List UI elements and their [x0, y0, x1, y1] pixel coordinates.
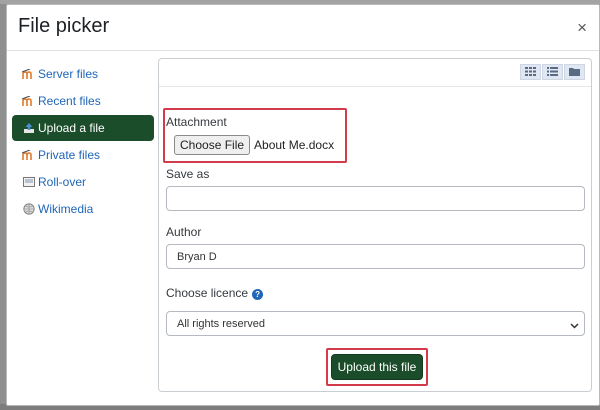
sidebar-item-roll-over[interactable]: Roll-over	[12, 169, 154, 195]
help-icon[interactable]: ?	[252, 289, 264, 300]
sidebar-item-private-files[interactable]: Private files	[12, 142, 154, 168]
rollover-icon	[22, 176, 35, 189]
chevron-down-icon	[570, 320, 579, 332]
sidebar-item-label: Roll-over	[38, 175, 87, 189]
tree-view-icon	[569, 63, 580, 81]
sidebar-item-wikimedia[interactable]: Wikimedia	[12, 196, 154, 222]
upload-highlight	[326, 348, 428, 386]
moodle-icon	[22, 95, 35, 108]
sidebar-item-label: Upload a file	[38, 121, 105, 135]
attachment-highlight	[163, 108, 347, 163]
author-label: Author	[166, 225, 202, 239]
list-view-icon	[547, 63, 558, 81]
icons-view-button[interactable]	[520, 64, 541, 80]
close-button[interactable]: ×	[577, 19, 587, 36]
save-as-label: Save as	[166, 167, 210, 181]
wikimedia-icon	[22, 203, 35, 216]
dialog-header: File picker ×	[7, 5, 599, 51]
moodle-icon	[22, 68, 35, 81]
sidebar-item-server-files[interactable]: Server files	[12, 61, 154, 87]
licence-label: Choose licence	[166, 286, 249, 300]
dialog-title: File picker	[18, 15, 110, 37]
author-input[interactable]	[166, 244, 585, 269]
moodle-icon	[22, 149, 35, 162]
sidebar-item-label: Server files	[38, 67, 99, 81]
list-view-button[interactable]	[542, 64, 563, 80]
repository-list: Server files Recent files Upload a file …	[12, 61, 154, 223]
sidebar-item-label: Wikimedia	[38, 202, 94, 216]
upload-panel: Attachment Choose File About Me.docx Sav…	[158, 58, 592, 392]
sidebar-item-label: Private files	[38, 148, 101, 162]
sidebar-item-recent-files[interactable]: Recent files	[12, 88, 154, 114]
tree-view-button[interactable]	[564, 64, 585, 80]
icons-view-icon	[525, 63, 536, 81]
upload-icon	[22, 122, 35, 135]
licence-selected-value: All rights reserved	[177, 317, 266, 330]
licence-select[interactable]: All rights reserved	[166, 311, 585, 336]
file-picker-dialog: File picker × Server files Recent files …	[6, 4, 600, 406]
save-as-input[interactable]	[166, 186, 585, 211]
panel-toolbar	[159, 59, 591, 87]
view-mode-switcher	[519, 64, 585, 80]
sidebar-item-label: Recent files	[38, 94, 101, 108]
licence-label-row: Choose licence?	[166, 286, 264, 300]
sidebar-item-upload-a-file[interactable]: Upload a file	[12, 115, 154, 141]
